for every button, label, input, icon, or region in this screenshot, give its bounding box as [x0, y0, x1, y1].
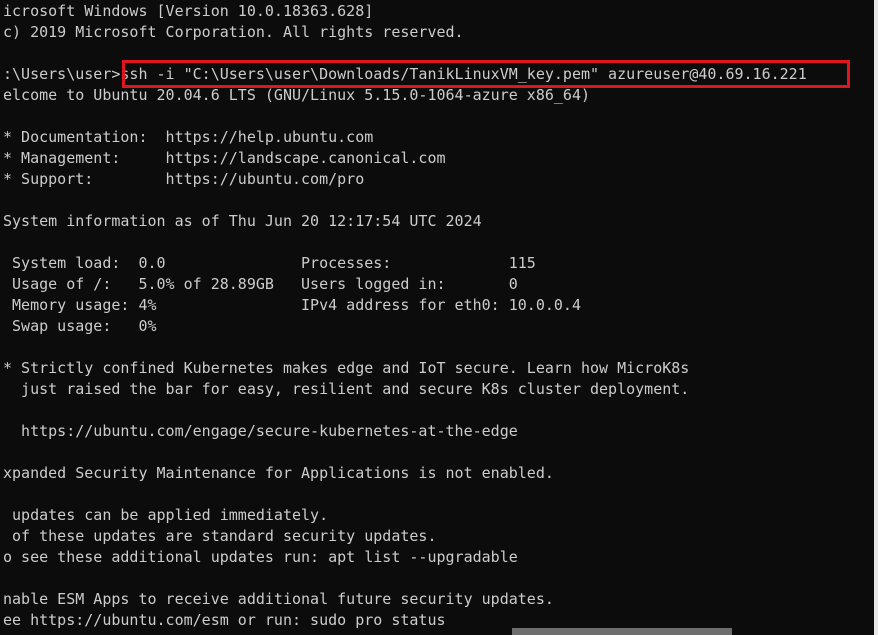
terminal-window[interactable]: icrosoft Windows [Version 10.0.18363.628… — [0, 0, 878, 635]
terminal-line-swap-usage: Swap usage: 0% — [3, 317, 157, 335]
terminal-line-updates: updates can be applied immediately. — [3, 506, 329, 524]
terminal-line-support: * Support: https://ubuntu.com/pro — [3, 170, 365, 188]
terminal-line-system-info: System information as of Thu Jun 20 12:1… — [3, 212, 482, 230]
terminal-line-security-updates: of these updates are standard security u… — [3, 527, 437, 545]
command-highlight-box — [122, 60, 850, 88]
terminal-line-welcome: elcome to Ubuntu 20.04.6 LTS (GNU/Linux … — [3, 86, 590, 104]
terminal-line-version: icrosoft Windows [Version 10.0.18363.628… — [3, 2, 374, 20]
terminal-line-system-load: System load: 0.0 Processes: 115 — [3, 254, 536, 272]
terminal-line-memory-usage: Memory usage: 4% IPv4 address for eth0: … — [3, 296, 581, 314]
terminal-line-copyright: c) 2019 Microsoft Corporation. All right… — [3, 23, 464, 41]
terminal-line-management: * Management: https://landscape.canonica… — [3, 149, 446, 167]
terminal-line-disk-usage: Usage of /: 5.0% of 28.89GB Users logged… — [3, 275, 518, 293]
terminal-line-kubernetes-2: just raised the bar for easy, resilient … — [3, 380, 690, 398]
cropped-overlay-artifact — [512, 628, 732, 635]
window-edge — [874, 0, 878, 635]
terminal-line-upgrade-hint: o see these additional updates run: apt … — [3, 548, 518, 566]
terminal-line-documentation: * Documentation: https://help.ubuntu.com — [3, 128, 374, 146]
terminal-line-esm-status: xpanded Security Maintenance for Applica… — [3, 464, 554, 482]
terminal-line-kubernetes-1: * Strictly confined Kubernetes makes edg… — [3, 359, 690, 377]
terminal-line-esm-apps: nable ESM Apps to receive additional fut… — [3, 590, 554, 608]
terminal-line-kubernetes-link: https://ubuntu.com/engage/secure-kuberne… — [3, 422, 518, 440]
terminal-line-esm-link: ee https://ubuntu.com/esm or run: sudo p… — [3, 611, 446, 629]
